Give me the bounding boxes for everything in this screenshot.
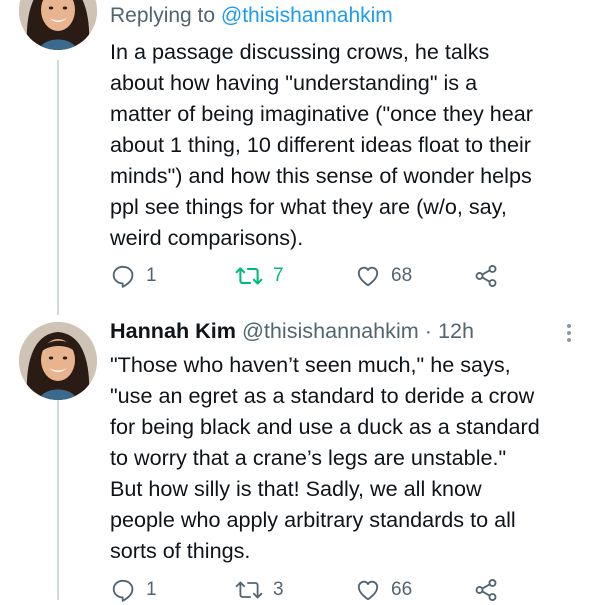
retweet-count: 7 <box>273 265 284 286</box>
tweet-text: "Those who haven’t seen much," he says, … <box>110 352 540 563</box>
share-button[interactable] <box>473 575 509 605</box>
like-button[interactable]: 66 <box>355 575 412 605</box>
tweet-header: Hannah Kim @thisishannahkim · 12h <box>110 318 474 344</box>
retweet-count: 3 <box>273 579 284 600</box>
tweet-actions: 1 3 66 <box>110 575 590 605</box>
reply-button[interactable]: 1 <box>110 575 157 605</box>
avatar-photo <box>19 322 97 400</box>
tweet-text: In a passage discussing crows, he talks … <box>110 39 533 250</box>
header-separator: · <box>424 318 432 343</box>
like-icon <box>357 266 379 287</box>
thread-line-bottom <box>57 400 59 600</box>
reply-icon <box>112 579 134 602</box>
avatar[interactable] <box>19 0 97 50</box>
avatar-photo <box>19 0 97 50</box>
replying-to-label: Replying to <box>110 4 216 27</box>
like-count: 68 <box>391 265 413 286</box>
share-button[interactable] <box>473 261 509 291</box>
share-icon <box>475 579 497 601</box>
like-button[interactable]: 68 <box>355 261 412 291</box>
more-icon <box>562 324 576 342</box>
like-count: 66 <box>391 579 413 600</box>
retweet-button[interactable]: 7 <box>235 261 284 291</box>
retweet-icon <box>235 581 263 599</box>
reply-count: 1 <box>146 579 157 600</box>
replying-to-line: Replying to @thisishannahkim <box>110 4 393 28</box>
retweet-button[interactable]: 3 <box>235 575 284 605</box>
share-icon <box>475 265 497 287</box>
reply-icon <box>112 265 134 288</box>
avatar[interactable] <box>19 322 97 400</box>
author-name[interactable]: Hannah Kim <box>110 318 236 343</box>
tweet-timestamp[interactable]: 12h <box>438 318 474 343</box>
thread-line-top <box>57 60 59 315</box>
author-handle[interactable]: @thisishannahkim <box>242 318 419 343</box>
reply-count: 1 <box>146 265 157 286</box>
reply-button[interactable]: 1 <box>110 261 157 291</box>
retweet-icon <box>235 267 263 285</box>
replying-to-handle-link[interactable]: @thisishannahkim <box>221 4 393 27</box>
tweet-actions: 1 7 68 <box>110 261 590 291</box>
more-options-button[interactable] <box>562 322 576 344</box>
like-icon <box>357 580 379 601</box>
